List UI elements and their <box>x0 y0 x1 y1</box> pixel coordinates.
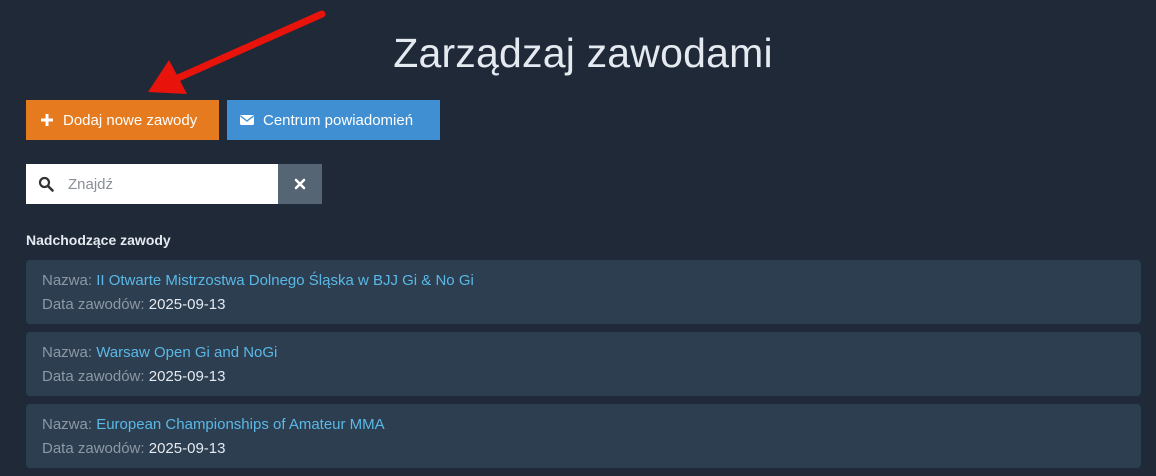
search-input[interactable] <box>66 174 270 194</box>
list-item: Nazwa: European Championships of Amateur… <box>26 404 1141 468</box>
competition-list: Nazwa: II Otwarte Mistrzostwa Dolnego Śl… <box>26 260 1141 476</box>
competition-name-link[interactable]: II Otwarte Mistrzostwa Dolnego Śląska w … <box>96 272 474 289</box>
competition-name-link[interactable]: Warsaw Open Gi and NoGi <box>96 344 277 361</box>
date-label: Data zawodów: <box>42 296 145 313</box>
name-label: Nazwa: <box>42 416 93 433</box>
list-item: Nazwa: Warsaw Open Gi and NoGi Data zawo… <box>26 332 1141 396</box>
notification-center-button[interactable]: Centrum powiadomień <box>227 100 440 140</box>
date-label: Data zawodów: <box>42 440 145 457</box>
competition-date: 2025-09-13 <box>148 368 226 385</box>
add-competition-button[interactable]: Dodaj nowe zawody <box>26 100 219 140</box>
envelope-icon <box>239 112 255 128</box>
search-icon <box>38 176 54 192</box>
date-label: Data zawodów: <box>42 368 145 385</box>
competition-date: 2025-09-13 <box>148 440 226 457</box>
upcoming-section-title: Nadchodzące zawody <box>26 232 171 248</box>
add-competition-label: Dodaj nowe zawody <box>63 111 198 129</box>
notification-center-label: Centrum powiadomień <box>263 111 414 129</box>
name-label: Nazwa: <box>42 272 93 289</box>
clear-search-button[interactable] <box>278 164 322 204</box>
competition-name-link[interactable]: European Championships of Amateur MMA <box>96 416 384 433</box>
name-label: Nazwa: <box>42 344 93 361</box>
competition-date: 2025-09-13 <box>148 296 226 313</box>
search-box <box>26 164 278 204</box>
close-icon <box>294 178 306 190</box>
plus-icon <box>39 112 55 128</box>
list-item: Nazwa: II Otwarte Mistrzostwa Dolnego Śl… <box>26 260 1141 324</box>
page-title: Zarządzaj zawodami <box>393 30 773 76</box>
